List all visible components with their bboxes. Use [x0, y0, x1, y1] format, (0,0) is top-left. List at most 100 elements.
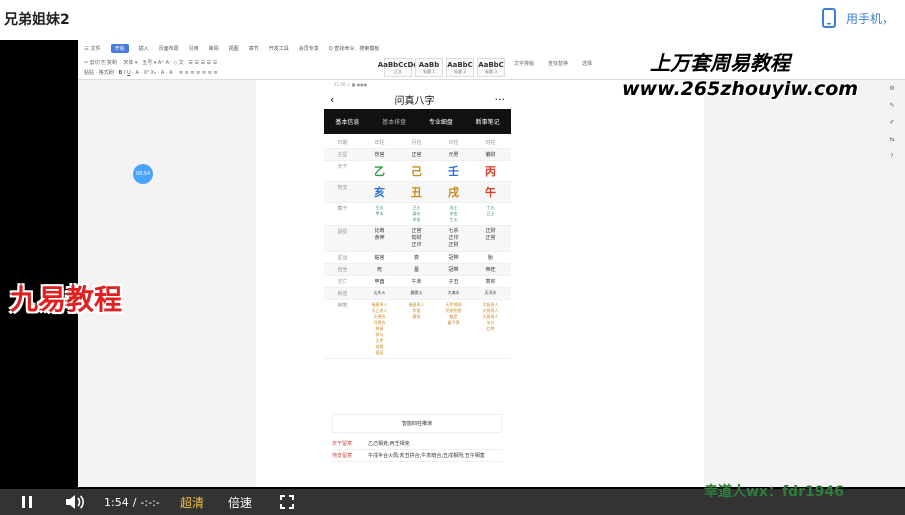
- note-value: 乙己相克;丙壬相克: [368, 441, 410, 447]
- row-label: 副星: [337, 229, 348, 235]
- volume-icon: [66, 495, 84, 509]
- row-label: 纳音: [337, 291, 348, 297]
- smart-deduce-button[interactable]: 智能四柱推演: [332, 414, 502, 433]
- table-cell: 福星贵人 华盖 寡宿: [398, 302, 435, 320]
- table-cell: 日柱: [448, 140, 459, 146]
- pause-button[interactable]: [20, 489, 34, 515]
- note-row: 天干留意 乙己相克;丙壬相克: [332, 438, 502, 450]
- more-icon[interactable]: ···: [495, 93, 506, 106]
- phone-icon: [822, 8, 836, 28]
- ribbon-row-2: 粘贴 · 格式刷 B I U · A · X² X₂ · A · A ≡ ≡ ≡…: [84, 70, 218, 76]
- table-cell: 寅卯: [485, 279, 496, 285]
- style-preset[interactable]: AaBbC 标题 3: [477, 58, 505, 77]
- title-bar: 兄弟姐妹2 用手机，: [0, 0, 905, 38]
- row-label: 神煞: [337, 303, 348, 309]
- table-cell: 胎: [487, 255, 493, 261]
- table-cell: 午未: [411, 279, 422, 285]
- app-header: ‹ 问真八字 ···: [324, 89, 511, 109]
- player-controls: 1:54 / -:-:- 超清 倍速 幸道人wx：fdr1946: [0, 484, 905, 515]
- table-cell: 正财 正官: [472, 228, 509, 242]
- menu-item[interactable]: 会员专享: [299, 45, 319, 52]
- style-gallery: AaBbCcDd 正文 AaBb 标题 1 AaBbC 标题 2 AaBbC 标题 3: [378, 58, 505, 77]
- table-cell: 冠带: [448, 255, 459, 261]
- app-tab[interactable]: 基本排盘: [382, 117, 406, 126]
- table-cell: 丁火 己土: [472, 205, 509, 217]
- back-icon[interactable]: ‹: [330, 93, 334, 106]
- table-cell: 丙: [472, 163, 509, 179]
- edit-icon[interactable]: ✐: [889, 119, 894, 126]
- font-size[interactable]: 五号: [142, 60, 152, 66]
- table-cell: 时柱: [485, 140, 496, 146]
- phone-watch-link[interactable]: 用手机，: [822, 8, 894, 28]
- branch-char: 丑: [411, 186, 422, 199]
- menu-item[interactable]: 开发工具: [269, 45, 289, 52]
- row-label: 自坐: [337, 267, 348, 273]
- video-frame: 三 文件 开始 插入 页面布局 引用 审阅 视图 章节 开发工具 会员专享 Q 查找命令、搜索模板 …: [78, 40, 905, 487]
- sub-star: 劫财: [411, 235, 422, 241]
- ribbon-tool[interactable]: 查找替换: [548, 60, 568, 67]
- table-cell: 帝旺: [485, 267, 496, 273]
- menu-item[interactable]: Q 查找命令、搜索模板: [329, 45, 380, 52]
- ribbon-tool[interactable]: 文字排版: [514, 60, 534, 67]
- note-row: 地支留意 午戌半合火局;亥丑拱合;午亥暗合;丑戌相刑;丑午相害: [332, 450, 502, 462]
- row-label: 主星: [337, 152, 348, 158]
- table-row: 藏干 壬水 甲木 己土 癸水 辛金 戊土 辛金 丁火 丁火 己土: [324, 203, 511, 226]
- menu-item[interactable]: 审阅: [209, 45, 219, 52]
- menu-item[interactable]: 视图: [229, 45, 239, 52]
- font-name[interactable]: 宋体: [123, 60, 133, 66]
- shensha-item: 寡宿: [412, 314, 421, 319]
- watermark-contact: 幸道人wx：fdr1946: [704, 484, 844, 500]
- help-icon[interactable]: ?: [890, 153, 893, 160]
- table-cell: 申酉: [374, 279, 385, 285]
- app-tabs: 基本信息 基本排盘 专业细盘 断事笔记: [324, 109, 511, 134]
- table-cell: 墓: [413, 267, 419, 273]
- ribbon-tool[interactable]: 选择: [582, 60, 592, 67]
- row-label: 空亡: [337, 279, 348, 285]
- style-preview: AaBbCcDd: [377, 60, 419, 69]
- table-cell: 戌: [435, 184, 472, 200]
- sub-star: 正印: [448, 235, 459, 241]
- style-preset[interactable]: AaBbC 标题 2: [446, 58, 474, 77]
- pen-icon[interactable]: ✎: [889, 102, 894, 109]
- menu-item[interactable]: 章节: [249, 45, 259, 52]
- app-tab[interactable]: 基本信息: [335, 117, 359, 126]
- style-preview: AaBbC: [478, 60, 504, 69]
- menu-item[interactable]: 页面布局: [159, 45, 179, 52]
- table-cell: 比肩 食神: [361, 228, 398, 242]
- style-preset[interactable]: AaBb 标题 1: [415, 58, 443, 77]
- video-player[interactable]: 三 文件 开始 插入 页面布局 引用 审阅 视图 章节 开发工具 会员专享 Q 查找命令、搜索模板 …: [0, 40, 905, 515]
- table-cell: 子丑: [448, 279, 459, 285]
- ribbon-row-1: ✂ 剪切 ⎘ 复制 宋体 ▾ 五号 ▾ A⁺ A⁻ ◇ 文 ☰ ☰ ☰ ☰ ☰: [84, 60, 218, 66]
- quality-button[interactable]: 超清: [180, 489, 204, 515]
- table-cell: 衰: [413, 255, 419, 261]
- table-row: 纳音 山头火 霹雳火 大海水 天河水: [324, 288, 511, 300]
- table-cell: 霹雳火: [410, 290, 423, 295]
- duration: -:-:-: [140, 495, 160, 509]
- note-value: 午戌半合火局;亥丑拱合;午亥暗合;丑戌相刑;丑午相害: [368, 453, 485, 459]
- table-cell: 戊土 辛金 丁火: [435, 205, 472, 223]
- style-preset[interactable]: AaBbCcDd 正文: [378, 58, 418, 77]
- app-tab[interactable]: 专业细盘: [429, 117, 453, 126]
- table-cell: 太极贵人 文昌贵人 天厨贵人 羊刃 红艳: [472, 302, 509, 332]
- style-name: 标题 2: [454, 68, 466, 74]
- table-row: 日期 年柱 月柱 日柱 时柱: [324, 137, 511, 149]
- table-row: 副星 比肩 食神 正官 劫财 正印 七杀 正印 正财 正财 正官: [324, 226, 511, 252]
- style-name: 标题 3: [485, 68, 497, 74]
- menu-item[interactable]: 三 文件: [84, 45, 101, 52]
- swap-icon[interactable]: ⇆: [889, 136, 894, 143]
- table-row: 星运 临官 衰 冠带 胎: [324, 252, 511, 264]
- row-label: 星运: [337, 255, 348, 261]
- menu-item[interactable]: 引用: [189, 45, 199, 52]
- row-label: 日期: [337, 140, 348, 146]
- settings-icon[interactable]: ⚙: [889, 85, 894, 92]
- sub-star: 七杀: [448, 228, 459, 234]
- speed-button[interactable]: 倍速: [228, 489, 252, 515]
- fullscreen-button[interactable]: [280, 489, 294, 515]
- volume-button[interactable]: [65, 489, 85, 515]
- table-row: 神煞 福星贵人 天乙贵人 天德合 月德合 将星 驿马 天罗 劫煞 孤辰 福星贵人 华盖 寡宿 天罗地网 阴差…: [324, 300, 511, 359]
- menu-item[interactable]: 开始: [110, 43, 129, 53]
- table-cell: 年柱: [374, 140, 385, 146]
- menu-item[interactable]: 插入: [139, 45, 149, 52]
- app-tab[interactable]: 断事笔记: [476, 117, 500, 126]
- table-row: 空亡 申酉 午未 子丑 寅卯: [324, 276, 511, 288]
